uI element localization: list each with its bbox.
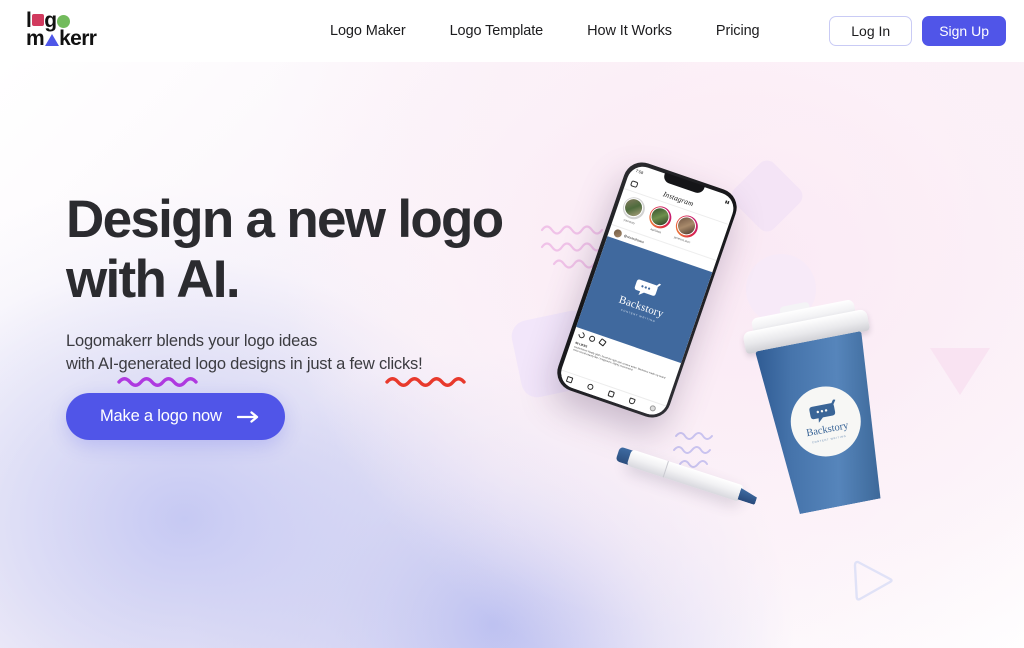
landing-page: 7:58 ▮▮ Instagram yourstory apriliaaa ja… [0, 0, 1024, 648]
avatar [621, 195, 646, 220]
nav-actions: Log In Sign Up [829, 0, 1006, 62]
logo-triangle-shape [44, 34, 59, 46]
search-icon[interactable] [586, 382, 594, 391]
logo-square-shape [31, 14, 44, 26]
logo-text-m: m [26, 27, 45, 50]
hero-subcopy: Logomakerr blends your logo ideas with A… [66, 330, 536, 387]
heart-icon[interactable] [577, 331, 586, 340]
make-a-logo-now-button[interactable]: Make a logo now [66, 393, 285, 440]
arrow-right-icon [236, 410, 259, 423]
subcopy-line-1: Logomakerr blends your logo ideas [66, 332, 318, 350]
logo-line-2: m kerr [26, 27, 97, 50]
hero-copy: Design a new logo with AI. Logomakerr bl… [66, 190, 536, 440]
avatar [647, 204, 673, 230]
home-icon[interactable] [565, 375, 574, 384]
nav-item-pricing[interactable]: Pricing [716, 23, 760, 39]
status-icons: ▮▮ [724, 198, 731, 205]
log-in-button[interactable]: Log In [829, 16, 913, 46]
nav-links: Logo Maker Logo Template How It Works Pr… [330, 0, 760, 62]
camera-icon [629, 179, 639, 188]
sign-up-button[interactable]: Sign Up [922, 16, 1006, 46]
share-icon[interactable] [597, 337, 607, 347]
avatar [612, 227, 623, 238]
status-time: 7:58 [635, 167, 645, 175]
subcopy-line-2: with AI-generated logo designs in just a… [66, 355, 423, 373]
reels-icon[interactable] [607, 390, 615, 398]
navbar: lg m kerr Logo Maker Logo Template How It… [0, 0, 1024, 62]
comment-icon[interactable] [587, 334, 596, 343]
headline-line-1: Design a new logo [66, 190, 504, 249]
story-item: apriliaaa [642, 202, 675, 242]
story-item: yourstory [616, 193, 648, 233]
story-item: jamesss.skrrr [669, 211, 701, 251]
shop-icon[interactable] [628, 397, 636, 406]
logo-logomakerr[interactable]: lg m kerr [26, 10, 112, 53]
avatar [674, 213, 699, 239]
marker-tip [738, 488, 759, 505]
cta-label: Make a logo now [100, 407, 222, 425]
page-title: Design a new logo with AI. [66, 190, 536, 310]
nav-item-how-it-works[interactable]: How It Works [587, 23, 672, 39]
headline-line-2: with AI. [66, 250, 241, 309]
profile-icon[interactable] [649, 404, 657, 413]
logo-text-kerr: kerr [59, 27, 97, 50]
nav-item-logo-maker[interactable]: Logo Maker [330, 23, 406, 39]
nav-item-logo-template[interactable]: Logo Template [450, 23, 544, 39]
